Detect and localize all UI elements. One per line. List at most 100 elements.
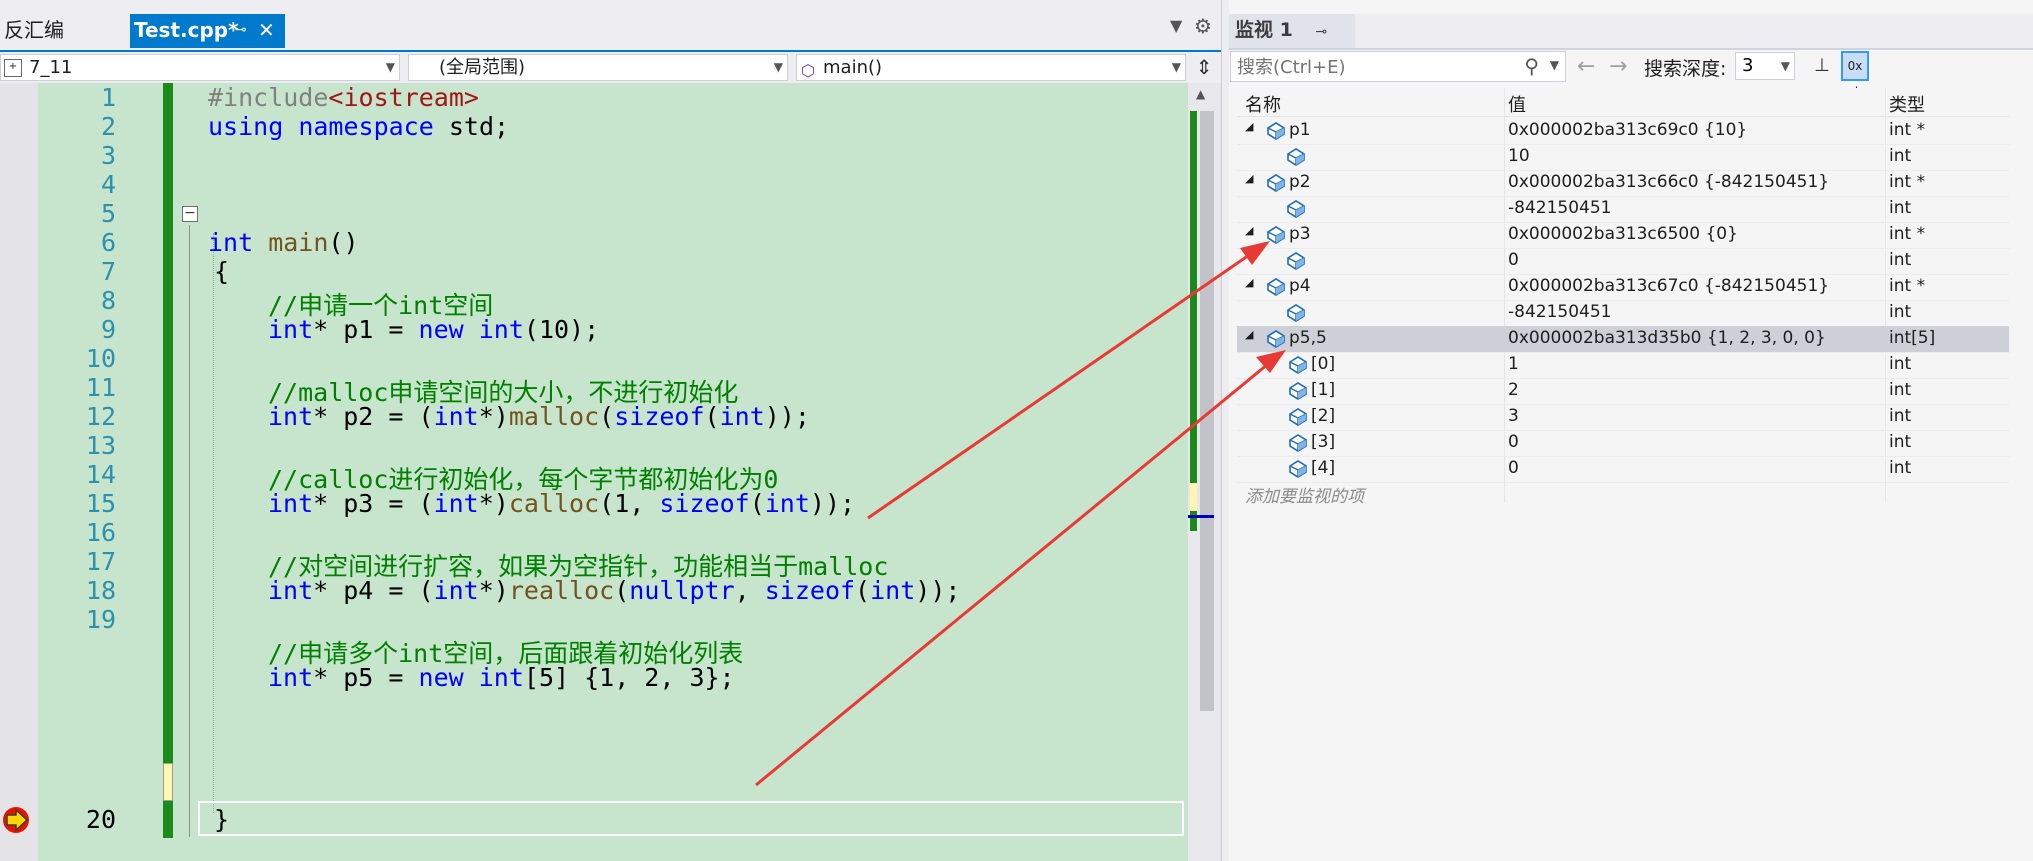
watch-value[interactable]: 0x000002ba313c6500 {0} xyxy=(1508,224,1738,244)
code-line-4[interactable]: int main() xyxy=(208,228,359,257)
watch-value[interactable]: 0 xyxy=(1508,458,1519,478)
search-input[interactable] xyxy=(1231,52,1519,82)
watch-value[interactable]: 0x000002ba313c67c0 {-842150451} xyxy=(1508,276,1829,296)
scroll-up-icon[interactable]: ▲ xyxy=(1196,87,1205,101)
watch-row[interactable]: -842150451 int xyxy=(1237,300,2009,327)
watch-value[interactable]: 10 xyxy=(1508,146,1530,166)
current-statement-arrow-icon[interactable] xyxy=(2,806,32,834)
add-watch-placeholder[interactable]: 添加要监视的项 xyxy=(1245,482,1364,507)
code-area[interactable]: 1 2 3 4 5 6 7 8 9 10 11 12 13 14 15 16 1… xyxy=(0,83,1221,861)
search-depth-dropdown[interactable]: 3 ▼ xyxy=(1735,52,1795,80)
line-number: 4 xyxy=(100,170,116,199)
watch-row[interactable]: [3] 0 int xyxy=(1237,430,2009,457)
variable-cube-icon xyxy=(1287,148,1305,166)
indicator-margin[interactable] xyxy=(0,83,38,861)
tab-list-dropdown-icon[interactable]: ▼ xyxy=(1170,16,1182,35)
expand-toggle-icon[interactable]: ◢ xyxy=(1245,328,1253,341)
watch-value[interactable]: 2 xyxy=(1508,380,1519,400)
watch-row[interactable]: ◢ p1 0x000002ba313c69c0 {10} int * xyxy=(1237,118,2009,145)
code-line-19[interactable]: int* p5 = new int[5] {1, 2, 3}; xyxy=(268,663,735,692)
watch-row[interactable]: 0 int xyxy=(1237,248,2009,275)
tab-disassembly[interactable]: 反汇编 xyxy=(0,14,128,48)
close-icon[interactable]: ✕ xyxy=(258,14,275,46)
watch-value[interactable]: 3 xyxy=(1508,406,1519,426)
watch-row[interactable]: -842150451 int xyxy=(1237,196,2009,223)
watch-type: int[5] xyxy=(1889,328,1936,348)
search-back-icon[interactable]: ← xyxy=(1577,54,1595,79)
watch-title: 监视 1 xyxy=(1235,19,1293,41)
watch-value[interactable]: -842150451 xyxy=(1508,302,1611,322)
watch-name[interactable]: p4 xyxy=(1289,276,1311,296)
watch-name[interactable]: [0] xyxy=(1311,354,1335,374)
hex-display-button[interactable]: 0x ab xyxy=(1841,51,1869,99)
watch-value[interactable]: 0x000002ba313c66c0 {-842150451} xyxy=(1508,172,1829,192)
column-header-name[interactable]: 名称 xyxy=(1245,91,1281,117)
watch-name[interactable]: [2] xyxy=(1311,406,1335,426)
project-dropdown[interactable]: + 7_11 ▼ xyxy=(0,54,400,81)
code-line-7[interactable]: int* p1 = new int(10); xyxy=(268,315,599,344)
watch-row[interactable]: ◢ p2 0x000002ba313c66c0 {-842150451} int * xyxy=(1237,170,2009,197)
watch-type: int xyxy=(1889,198,1912,218)
collapse-toggle-icon[interactable]: − xyxy=(182,206,198,222)
column-header-type[interactable]: 类型 xyxy=(1889,91,1925,117)
search-forward-icon[interactable]: → xyxy=(1609,54,1627,79)
code-line-1[interactable]: #include<iostream> xyxy=(208,83,479,112)
split-window-icon[interactable]: ⇕ xyxy=(1192,55,1216,79)
watch-tab[interactable]: 监视 1 ⊸ ✕ xyxy=(1229,14,1355,76)
scope-dropdown[interactable]: (全局范围) ▼ xyxy=(408,54,788,81)
expand-toggle-icon[interactable]: ◢ xyxy=(1245,120,1253,133)
watch-row[interactable]: ◢ p4 0x000002ba313c67c0 {-842150451} int * xyxy=(1237,274,2009,301)
watch-type: int * xyxy=(1889,172,1926,192)
code-line-16[interactable]: int* p4 = (int*)realloc(nullptr, sizeof(… xyxy=(268,576,960,605)
expand-toggle-icon[interactable]: ◢ xyxy=(1245,224,1253,237)
chevron-down-icon: ▼ xyxy=(385,60,395,74)
watch-name[interactable]: p1 xyxy=(1289,120,1311,140)
chevron-down-icon[interactable]: ▼ xyxy=(1550,58,1559,72)
code-line-13[interactable]: int* p3 = (int*)calloc(1, sizeof(int)); xyxy=(268,489,855,518)
pin-icon[interactable]: ⊸ xyxy=(235,14,247,46)
watch-name[interactable]: p2 xyxy=(1289,172,1311,192)
expand-toggle-icon[interactable]: ◢ xyxy=(1245,276,1253,289)
watch-value[interactable]: 1 xyxy=(1508,354,1519,374)
settings-gear-icon[interactable]: ⚙ xyxy=(1194,14,1212,38)
search-depth-label: 搜索深度: xyxy=(1644,58,1727,80)
code-line-10[interactable]: int* p2 = (int*)malloc(sizeof(int)); xyxy=(268,402,810,431)
code-line-2[interactable]: using namespace std; xyxy=(208,112,509,141)
watch-name[interactable]: p3 xyxy=(1289,224,1311,244)
pin-source-icon[interactable]: ⊥ xyxy=(1809,52,1835,80)
current-line-highlight xyxy=(198,801,1184,836)
tab-label: Test.cpp* xyxy=(134,18,239,42)
tab-test-cpp[interactable]: Test.cpp* ⊸ ✕ xyxy=(130,14,285,48)
line-number-current: 20 xyxy=(85,805,116,834)
code-line-20[interactable]: } xyxy=(214,805,229,834)
watch-name[interactable]: [3] xyxy=(1311,432,1335,452)
watch-row[interactable]: [1] 2 int xyxy=(1237,378,2009,405)
watch-row[interactable]: [0] 1 int xyxy=(1237,352,2009,379)
watch-value[interactable]: 0 xyxy=(1508,250,1519,270)
pin-icon[interactable]: ⊸ xyxy=(1315,24,1327,40)
code-line-5[interactable]: { xyxy=(214,257,229,286)
column-header-value[interactable]: 值 xyxy=(1508,91,1526,117)
search-icon[interactable]: ⚲ xyxy=(1524,54,1539,78)
function-dropdown[interactable]: ⬡ main() ▼ xyxy=(796,54,1186,81)
watch-name[interactable]: [1] xyxy=(1311,380,1335,400)
watch-row[interactable]: ◢ p3 0x000002ba313c6500 {0} int * xyxy=(1237,222,2009,249)
watch-type: int * xyxy=(1889,224,1926,244)
chevron-down-icon: ▼ xyxy=(1171,60,1181,74)
watch-row[interactable]: 10 int xyxy=(1237,144,2009,171)
scrollbar-thumb[interactable] xyxy=(1200,111,1214,711)
expand-toggle-icon[interactable]: ◢ xyxy=(1245,172,1253,185)
variable-cube-icon xyxy=(1289,382,1307,400)
navigation-bar: + 7_11 ▼ (全局范围) ▼ ⬡ main() ▼ ⇕ xyxy=(0,50,1221,83)
watch-search-box[interactable]: ⚲ ▼ xyxy=(1230,51,1566,82)
watch-type: int xyxy=(1889,406,1912,426)
watch-name[interactable]: p5,5 xyxy=(1289,328,1327,348)
watch-value[interactable]: 0 xyxy=(1508,432,1519,452)
watch-row[interactable]: ◢ p5,5 0x000002ba313d35b0 {1, 2, 3, 0, 0} i… xyxy=(1237,326,2009,353)
watch-value[interactable]: -842150451 xyxy=(1508,198,1611,218)
watch-value[interactable]: 0x000002ba313d35b0 {1, 2, 3, 0, 0} xyxy=(1508,328,1826,348)
watch-name[interactable]: [4] xyxy=(1311,458,1335,478)
watch-value[interactable]: 0x000002ba313c69c0 {10} xyxy=(1508,120,1747,140)
watch-row[interactable]: [2] 3 int xyxy=(1237,404,2009,431)
watch-row[interactable]: [4] 0 int xyxy=(1237,456,2009,483)
